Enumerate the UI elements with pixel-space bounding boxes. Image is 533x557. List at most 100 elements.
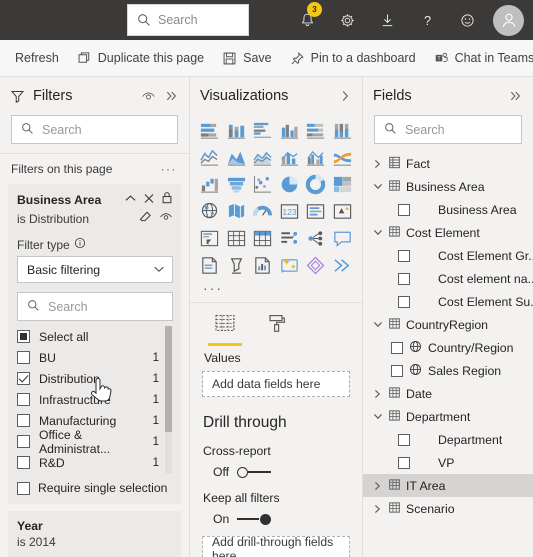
fields-tree-node-scenario[interactable]: Scenario [363,497,533,520]
fields-tree-node-fact[interactable]: Fact [363,152,533,175]
filter-type-dropdown[interactable]: Basic filtering [17,256,173,283]
card-icon[interactable]: 123 [278,199,302,223]
100-stacked-bar-chart-icon[interactable] [304,118,328,142]
stacked-area-chart-icon[interactable] [251,145,275,169]
keep-all-filters-toggle-row[interactable]: On [190,505,362,526]
q-and-a-icon[interactable] [331,226,355,250]
decomposition-tree-icon[interactable] [225,253,249,277]
gauge-chart-icon[interactable] [251,199,275,223]
keep-all-filters-toggle[interactable] [237,512,272,526]
line-chart-icon[interactable] [198,145,222,169]
clustered-bar-chart-icon[interactable] [251,118,275,142]
visualizations-expand-icon[interactable] [339,89,352,103]
checkbox-field-sales-region[interactable] [391,364,403,377]
checkbox-field-cost-element-sub[interactable] [398,295,410,308]
pin-to-dashboard-button[interactable]: Pin to a dashboard [281,40,425,76]
filter-list-scrollbar[interactable] [165,326,172,473]
checkbox-office-administration[interactable] [17,435,30,448]
cross-report-toggle[interactable] [237,465,272,479]
checkbox-rd[interactable] [17,456,30,469]
slicer-icon[interactable] [198,226,222,250]
tab-fields[interactable] [208,313,242,346]
fields-tree-leaf-cost-element-group[interactable]: Cost Element Gr... [363,244,533,267]
checkbox-bu[interactable] [17,351,30,364]
refresh-button[interactable]: Refresh [6,40,68,76]
close-x-icon[interactable] [143,191,155,209]
python-visual-icon[interactable] [251,253,275,277]
scatter-chart-icon[interactable] [251,172,275,196]
fields-tree-node-department[interactable]: Department [363,405,533,428]
info-circle-icon[interactable] [74,237,86,252]
save-button[interactable]: Save [213,40,281,76]
paginated-report-icon[interactable] [198,253,222,277]
filter-option-distribution[interactable]: Distribution 1 [17,368,173,389]
fields-tree-leaf-vp[interactable]: VP [363,451,533,474]
tab-format[interactable] [260,313,294,346]
filter-option-infrastructure[interactable]: Infrastructure 1 [17,389,173,410]
funnel-chart-icon[interactable] [225,172,249,196]
duplicate-page-button[interactable]: Duplicate this page [68,40,213,76]
fields-tree-node-date[interactable]: Date [363,382,533,405]
pie-chart-icon[interactable] [278,172,302,196]
table-icon[interactable] [225,226,249,250]
fields-tree-leaf-sales-region[interactable]: Sales Region [363,359,533,382]
checkbox-select-all[interactable] [17,330,30,343]
chevron-down-icon[interactable] [372,320,383,329]
filter-option-bu[interactable]: BU 1 [17,347,173,368]
fields-tree-node-business-area[interactable]: Business Area [363,175,533,198]
kpi-icon[interactable] [331,199,355,223]
visualizations-more-button[interactable]: ··· [190,277,362,300]
fields-tree-leaf-country-region[interactable]: Country/Region [363,336,533,359]
help-button[interactable]: ? [407,0,447,40]
key-influencers-icon[interactable] [304,226,328,250]
stacked-bar-chart-icon[interactable] [198,118,222,142]
filter-option-rd[interactable]: R&D 1 [17,452,173,473]
lock-icon[interactable] [161,191,173,209]
donut-chart-icon[interactable] [304,172,328,196]
eraser-icon[interactable] [139,210,152,228]
chevron-right-icon[interactable] [372,159,383,169]
require-single-selection-row[interactable]: Require single selection [17,481,173,495]
fields-search-input[interactable]: Search [374,115,522,144]
drill-through-dropzone[interactable]: Add drill-through fields here [202,535,350,557]
account-button[interactable] [487,0,527,40]
eye-icon[interactable] [141,90,156,103]
chevron-right-icon[interactable] [372,389,383,399]
checkbox-require-single-selection[interactable] [17,481,30,495]
fields-tree-leaf-business-area[interactable]: Business Area [363,198,533,221]
fields-tree-node-countryregion[interactable]: CountryRegion [363,313,533,336]
ribbon-chart-icon[interactable] [331,145,355,169]
checkbox-field-business-area[interactable] [398,203,410,216]
checkbox-infrastructure[interactable] [17,393,30,406]
power-automate-icon[interactable] [331,253,355,277]
line-clustered-column-chart-icon[interactable] [304,145,328,169]
filter-card-year[interactable]: Year is 2014 [8,511,181,557]
chevron-down-icon[interactable] [372,228,383,237]
global-search-box[interactable]: Search [127,4,249,36]
area-chart-icon[interactable] [225,145,249,169]
stacked-column-chart-icon[interactable] [225,118,249,142]
chevron-right-icon[interactable] [372,481,383,491]
filter-option-select-all[interactable]: Select all [17,326,173,347]
chat-in-teams-button[interactable]: T Chat in Teams [425,40,533,76]
chevron-down-icon[interactable] [372,412,383,421]
r-script-visual-icon[interactable] [278,226,302,250]
smart-narrative-icon[interactable] [278,253,302,277]
checkbox-field-cost-element-group[interactable] [398,249,410,262]
fields-tree-node-it-area[interactable]: IT Area [363,474,533,497]
filters-search-input[interactable]: Search [11,115,178,144]
treemap-icon[interactable] [331,172,355,196]
filters-section-more-button[interactable]: ··· [161,162,178,176]
fields-tree-node-cost-element[interactable]: Cost Element [363,221,533,244]
fields-tree-leaf-cost-element-sub[interactable]: Cost Element Su... [363,290,533,313]
eye-icon[interactable] [159,210,173,228]
chevron-up-icon[interactable] [124,191,137,209]
100-stacked-column-chart-icon[interactable] [331,118,355,142]
line-stacked-column-chart-icon[interactable] [278,145,302,169]
notifications-button[interactable]: 3 [287,0,327,40]
fields-expand-icon[interactable] [508,89,523,103]
checkbox-distribution[interactable] [17,372,30,385]
checkbox-field-country-region[interactable] [391,341,403,354]
fields-tree-leaf-department[interactable]: Department [363,428,533,451]
matrix-icon[interactable] [251,226,275,250]
